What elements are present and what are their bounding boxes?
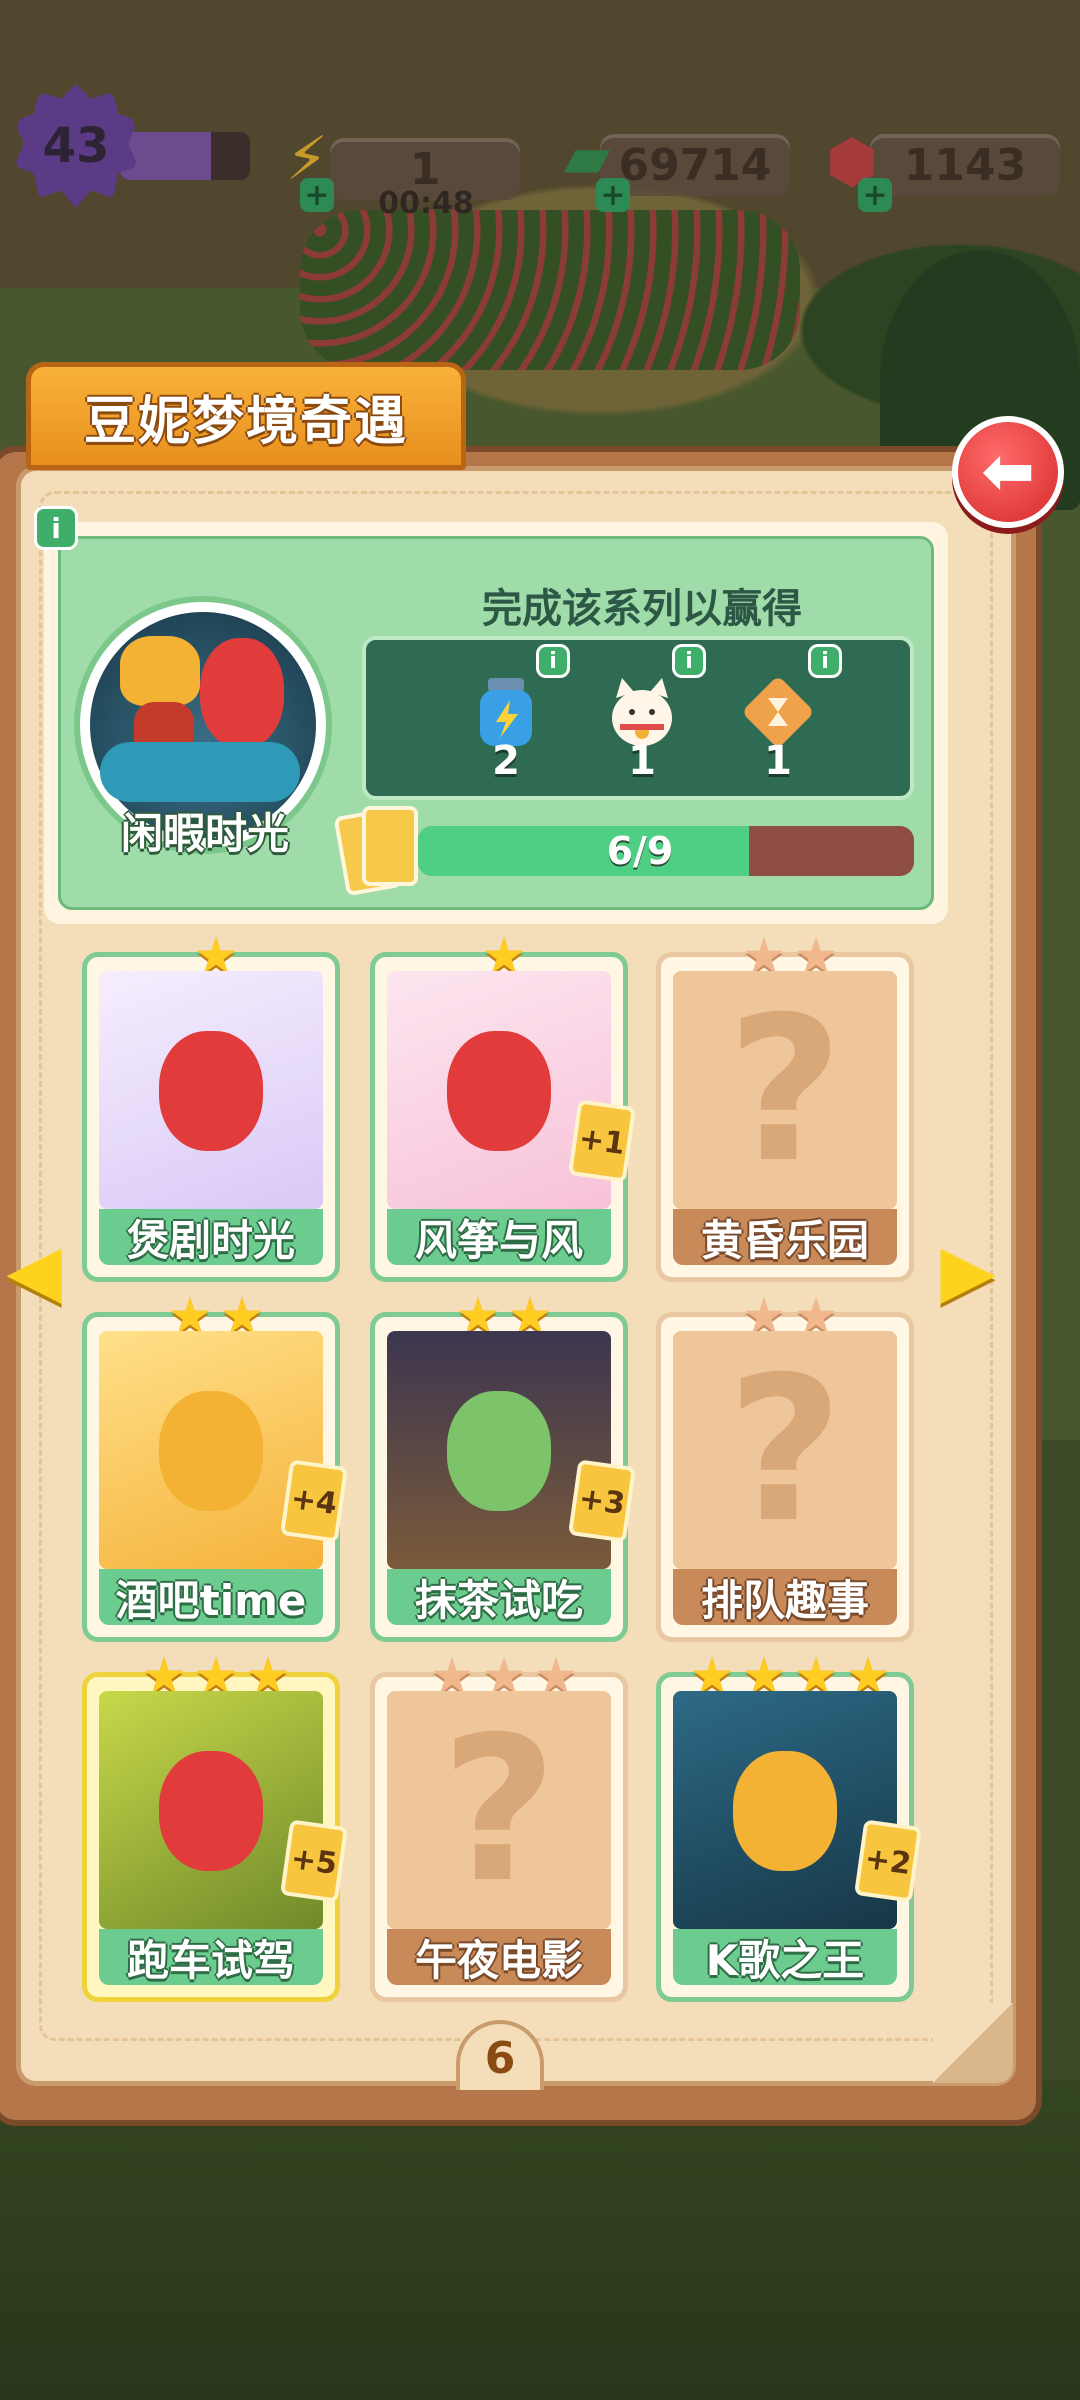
card-name: 跑车试驾 [99, 1929, 323, 1985]
card-name: 排队趣事 [673, 1569, 897, 1625]
next-page-arrow[interactable]: ▶ [938, 1228, 998, 1312]
character-art [159, 1031, 263, 1151]
character-art [447, 1391, 551, 1511]
set-progress-text: 6/9 [606, 829, 674, 873]
reward-title: 完成该系列以赢得 [482, 586, 802, 632]
cash-plus-button[interactable]: + [596, 178, 630, 213]
set-info-icon[interactable]: i [34, 506, 78, 550]
album-card[interactable]: ★ ★ ★ 跑车试驾 +5 [82, 1651, 349, 2002]
prev-page-arrow[interactable]: ◀ [4, 1228, 64, 1312]
card-name: 黄昏乐园 [673, 1209, 897, 1265]
character-art [159, 1391, 263, 1511]
card-locked-art: ? [387, 1691, 611, 1929]
duplicate-count-badge: +3 [567, 1459, 637, 1543]
yellow-character-art [120, 636, 200, 706]
card-locked-art: ? [673, 1331, 897, 1569]
reward-count: 1 [764, 738, 792, 784]
duplicate-count-badge: +1 [567, 1099, 637, 1183]
cash-value: 69714 [618, 139, 772, 191]
album-card[interactable]: ★ ★? 黄昏乐园 [656, 931, 914, 1282]
cards-icon [333, 802, 426, 897]
back-arrow-icon: ⬅ [981, 435, 1035, 509]
reward-count: 1 [628, 738, 656, 784]
album-card[interactable]: ★ ★ 抹茶试吃 +3 [370, 1291, 637, 1642]
set-name: 闲暇时光 [120, 809, 289, 858]
gems-value: 1143 [903, 139, 1027, 191]
duplicate-count-badge: +4 [279, 1459, 349, 1543]
album-card[interactable]: ★ 煲剧时光 [82, 931, 340, 1282]
card-name: 风筝与风 [387, 1209, 611, 1265]
red-character-art [200, 638, 284, 748]
character-art [447, 1031, 551, 1151]
back-button[interactable]: ⬅ [952, 416, 1064, 528]
reward-info-icon[interactable]: i [808, 644, 842, 678]
character-art [159, 1751, 263, 1871]
gems-plus-button[interactable]: + [858, 178, 892, 213]
sofa-art [100, 742, 300, 802]
card-name: 酒吧time [99, 1569, 323, 1625]
page-curl[interactable] [933, 2003, 1013, 2083]
level-badge[interactable]: 43 [14, 84, 138, 208]
card-name: K歌之王 [673, 1929, 897, 1985]
gems-pill[interactable]: 1143 [870, 134, 1060, 196]
resource-bar: 43 1 ⚡ + 00:48 69714 ▰ + 1143 ⬢ + [0, 84, 1080, 221]
album-card[interactable]: ★ ★ ★? 午夜电影 [370, 1651, 628, 2002]
level-value: 43 [42, 118, 110, 174]
question-mark-icon: ? [726, 974, 843, 1207]
question-mark-icon: ? [440, 1694, 557, 1927]
xp-bar [120, 132, 250, 180]
album-card[interactable]: ★ ★? 排队趣事 [656, 1291, 914, 1642]
character-art [733, 1751, 837, 1871]
energy-timer: 00:48 [378, 186, 474, 221]
card-name: 午夜电影 [387, 1929, 611, 1985]
card-name: 抹茶试吃 [387, 1569, 611, 1625]
duplicate-count-badge: +2 [853, 1819, 923, 1903]
energy-plus-button[interactable]: + [300, 178, 334, 213]
card-art [99, 971, 323, 1209]
card-locked-art: ? [673, 971, 897, 1209]
question-mark-icon: ? [726, 1334, 843, 1567]
reward-info-icon[interactable]: i [672, 644, 706, 678]
duplicate-count-badge: +5 [279, 1819, 349, 1903]
album-card[interactable]: ★ ★ ★ ★ K歌之王 +2 [656, 1651, 923, 2002]
album-card[interactable]: ★ 风筝与风 +1 [370, 931, 637, 1282]
album-title: 豆妮梦境奇遇 [26, 362, 466, 470]
reward-count: 2 [492, 738, 520, 784]
reward-info-icon[interactable]: i [536, 644, 570, 678]
album-card[interactable]: ★ ★ 酒吧time +4 [82, 1291, 349, 1642]
card-name: 煲剧时光 [99, 1209, 323, 1265]
